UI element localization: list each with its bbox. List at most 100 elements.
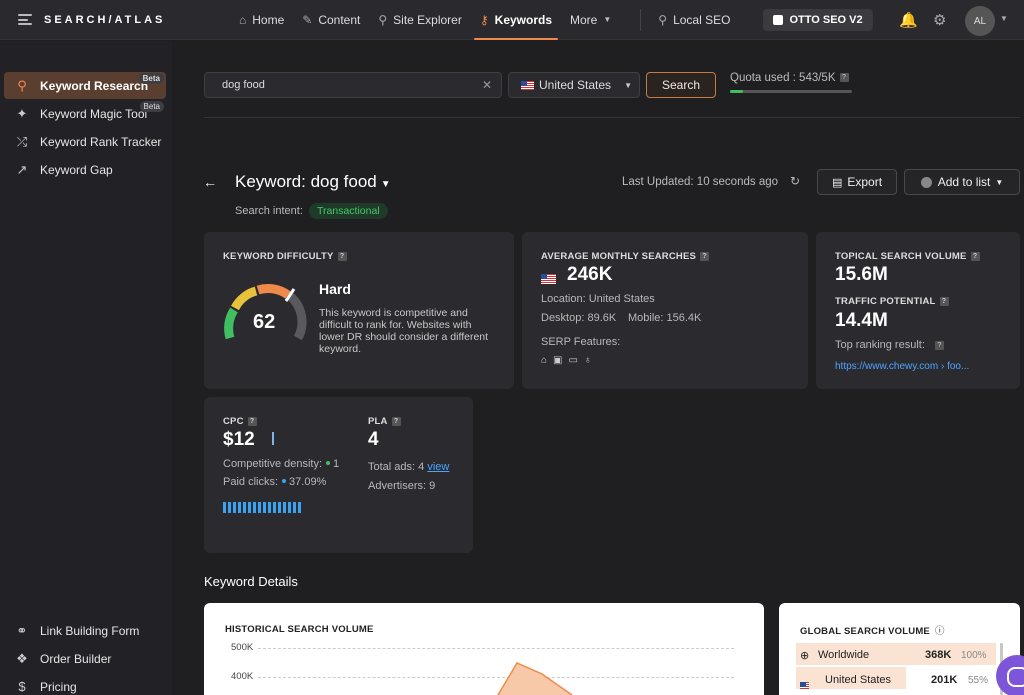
nav-site-explorer[interactable]: ⚲ Site Explorer: [369, 0, 471, 40]
video-icon: ▭: [568, 355, 584, 366]
help-icon[interactable]: ?: [700, 251, 710, 261]
otto-icon: [773, 14, 784, 25]
pen-icon: ✎: [302, 12, 313, 27]
nav-more[interactable]: More ▼: [561, 0, 620, 40]
serp-feature-icons: ⌂▣▭♁: [541, 355, 597, 366]
sidebar-item-keyword-rank-tracker[interactable]: ⤮ Keyword Rank Tracker: [4, 128, 166, 155]
gauge-orange-segment: [256, 284, 291, 299]
chevron-down-icon[interactable]: ▼: [1000, 14, 1008, 23]
link-icon: ⚭: [16, 622, 28, 638]
image-icon: ▣: [553, 355, 569, 366]
add-to-list-button[interactable]: Add to list ▼: [904, 169, 1020, 195]
otto-seo-button[interactable]: OTTO SEO V2: [763, 8, 873, 31]
sidebar-item-link-building-form[interactable]: ⚭ Link Building Form: [4, 617, 166, 644]
us-flag-icon: [521, 80, 534, 90]
nav-divider: [640, 8, 642, 31]
paid-clicks-bar: [223, 502, 301, 513]
help-icon[interactable]: ?: [934, 340, 944, 350]
beta-badge: Beta: [139, 101, 164, 112]
location-text: Location: United States: [541, 293, 655, 305]
intent-badge: Transactional: [309, 203, 388, 219]
gauge-green-segment: [224, 307, 238, 340]
bell-icon[interactable]: 🔔: [899, 11, 918, 29]
quota-progress-bar: [730, 90, 852, 93]
historical-volume-label: HISTORICAL SEARCH VOLUME: [225, 624, 374, 635]
help-icon[interactable]: ?: [970, 251, 980, 261]
global-row-name: United States: [825, 674, 892, 686]
cpc-value: $12: [223, 429, 255, 450]
nav-keywords[interactable]: ⚷ Keywords: [471, 0, 561, 40]
file-icon: ▤: [831, 176, 843, 189]
beta-badge: Beta: [138, 73, 164, 84]
export-button[interactable]: ▤ Export: [817, 169, 897, 195]
difficulty-label: KEYWORD DIFFICULTY?: [223, 251, 347, 262]
search-icon: ⚲: [17, 77, 27, 93]
gauge-remaining-segment: [286, 292, 307, 341]
topical-volume-value: 15.6M: [835, 264, 888, 285]
sidebar-item-keyword-research[interactable]: ⚲ Keyword Research Beta: [4, 72, 166, 99]
cubes-icon: ❖: [16, 650, 28, 666]
nav-local-seo[interactable]: ⚲ Local SEO: [649, 0, 739, 40]
traffic-potential-label: TRAFFIC POTENTIAL?: [835, 296, 949, 307]
difficulty-description: This keyword is competitive and difficul…: [319, 307, 489, 355]
magic-wand-icon: ✦: [16, 105, 28, 121]
refresh-icon[interactable]: ↻: [790, 174, 800, 188]
nav-content[interactable]: ✎ Content: [293, 0, 369, 40]
cpc-indicator: [272, 432, 274, 445]
dollar-icon: $: [18, 679, 26, 694]
caret-down-icon: ▼: [380, 179, 391, 190]
top-ranking-label: Top ranking result:?: [835, 339, 944, 351]
page-title[interactable]: Keyword: dog food ▼: [235, 172, 391, 192]
menu-icon[interactable]: [18, 14, 32, 25]
country-select[interactable]: United States ▼: [508, 72, 640, 98]
grid-line: [258, 648, 734, 649]
divider: [204, 117, 1020, 118]
quota-label: Quota used : 543/5K?: [730, 72, 849, 84]
monthly-searches-label: AVERAGE MONTHLY SEARCHES?: [541, 251, 710, 262]
avatar[interactable]: AL: [965, 6, 995, 36]
search-button[interactable]: Search: [646, 72, 716, 98]
keyword-details-title: Keyword Details: [204, 574, 298, 589]
historical-volume-card: [204, 603, 764, 695]
plus-circle-icon: [920, 176, 932, 188]
globe-icon: ⊕: [800, 650, 810, 662]
nav-home[interactable]: ⌂ Home: [230, 0, 293, 40]
info-icon[interactable]: ⓘ: [935, 626, 945, 637]
sidebar-item-keyword-gap[interactable]: ↗ Keyword Gap: [4, 156, 166, 183]
keyword-search-input[interactable]: dog food ✕: [204, 72, 502, 98]
shuffle-icon: ⤮: [16, 133, 28, 149]
us-flag-icon: [800, 676, 814, 694]
monthly-searches-value: 246K: [567, 264, 613, 285]
top-ranking-link[interactable]: https://www.chewy.com › foo...: [835, 361, 969, 372]
help-icon[interactable]: ?: [839, 73, 849, 83]
difficulty-level: Hard: [319, 281, 351, 297]
key-icon: ⚷: [479, 12, 489, 27]
serp-features-label: SERP Features:: [541, 336, 621, 348]
view-link[interactable]: view: [427, 461, 449, 473]
shopping-bag-icon: ⌂: [541, 355, 554, 366]
help-icon[interactable]: ?: [247, 416, 257, 426]
search-intent-label: Search intent:: [235, 205, 303, 217]
sidebar-item-pricing[interactable]: $ Pricing: [4, 673, 166, 695]
clear-icon[interactable]: ✕: [482, 78, 492, 92]
pla-value: 4: [368, 429, 379, 450]
location-pin-icon: ⚲: [658, 12, 668, 27]
history-area-chart: [497, 662, 573, 695]
help-icon[interactable]: ?: [391, 416, 401, 426]
cpc-label: CPC?: [223, 416, 257, 427]
topical-volume-label: TOPICAL SEARCH VOLUME?: [835, 251, 980, 262]
sidebar-item-keyword-magic-tool[interactable]: ✦ Keyword Magic Tool Beta: [4, 100, 166, 127]
top-nav: SEARCH/ATLAS ⌂ Home ✎ Content ⚲ Site Explor…: [0, 0, 1024, 40]
competitive-density: Competitive density: 1: [223, 458, 340, 470]
gear-icon[interactable]: ⚙: [933, 11, 946, 29]
paid-clicks: Paid clicks: 37.09%: [223, 476, 327, 488]
sidebar-item-order-builder[interactable]: ❖ Order Builder: [4, 645, 166, 672]
back-arrow-icon[interactable]: ←: [203, 174, 217, 190]
chevron-down-icon: ▼: [603, 15, 612, 24]
logo: SEARCH/ATLAS: [44, 13, 166, 26]
global-row-pct: 55%: [968, 675, 989, 686]
sidebar: ⚲ Keyword Research Beta ✦ Keyword Magic To…: [0, 41, 172, 695]
help-icon[interactable]: ?: [337, 251, 347, 261]
help-icon[interactable]: ?: [939, 296, 949, 306]
difficulty-value: 62: [253, 311, 276, 333]
